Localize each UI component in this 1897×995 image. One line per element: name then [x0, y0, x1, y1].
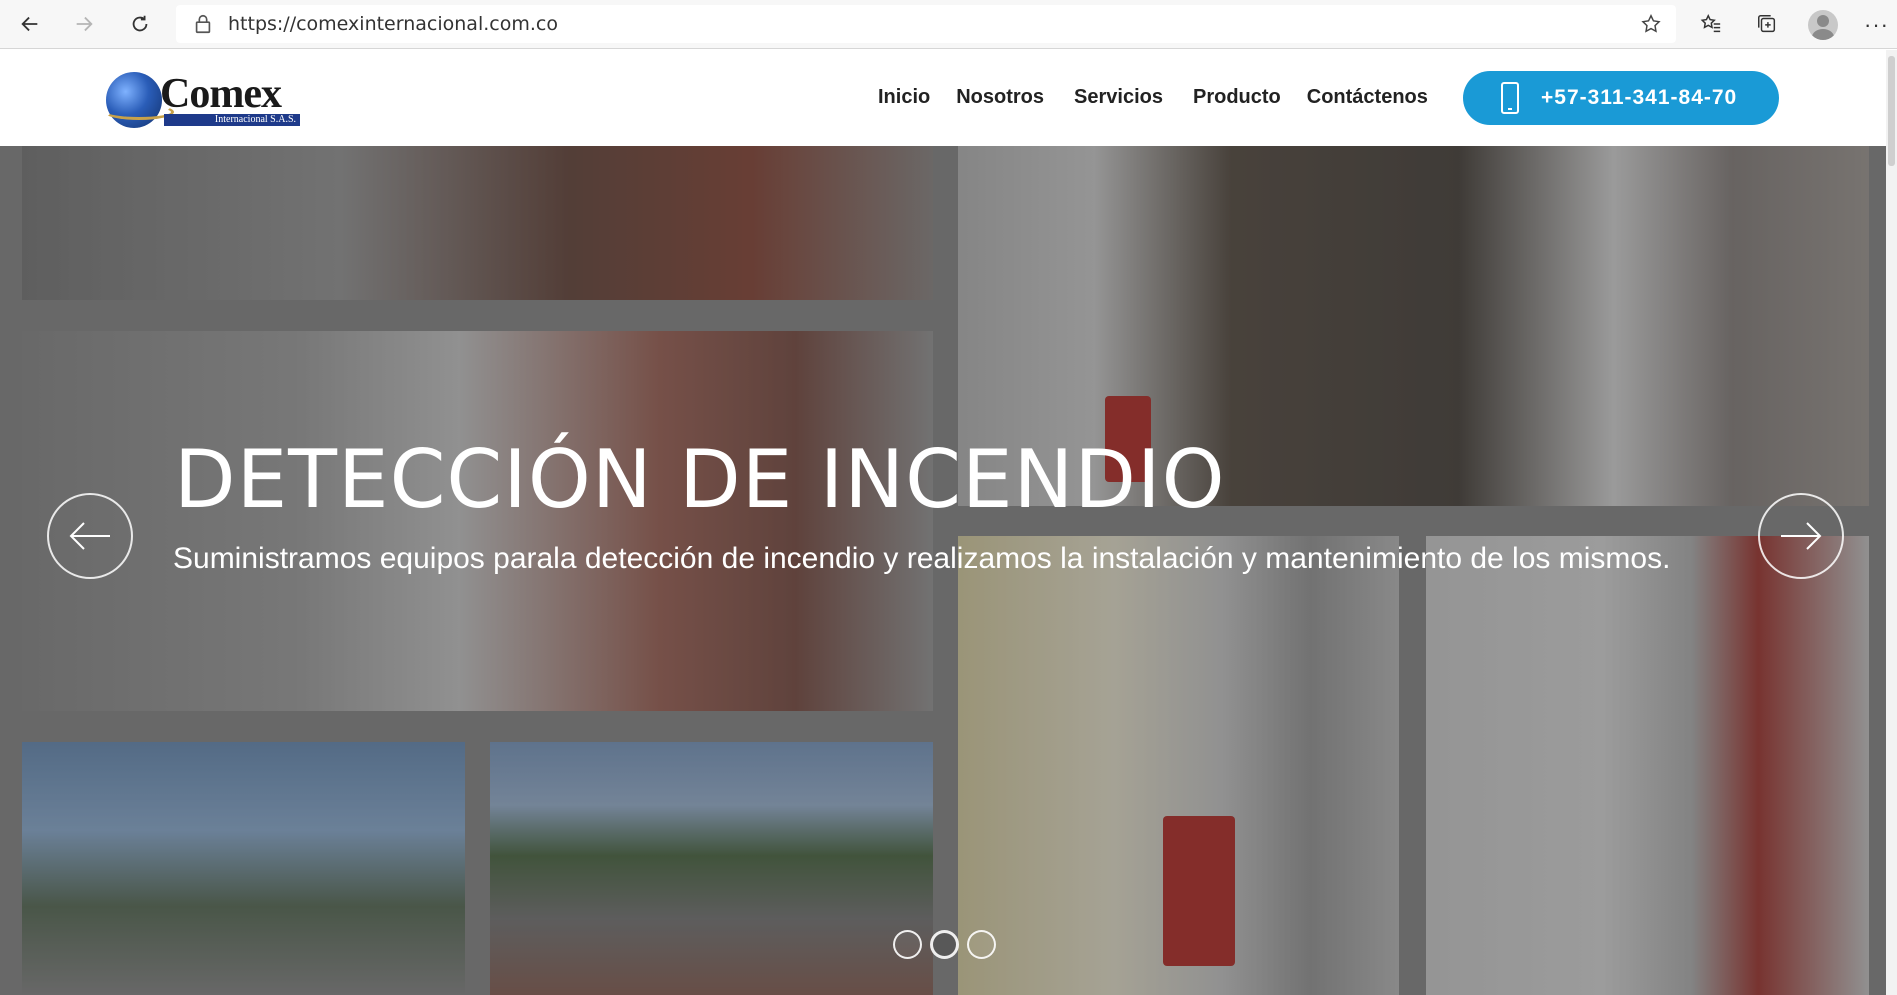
slide-dot-1[interactable]	[893, 930, 922, 959]
menu-item-producto[interactable]: Producto	[1193, 86, 1281, 109]
mobile-phone-icon	[1501, 82, 1519, 114]
hero-subtitle: Suministramos equipos parala detección d…	[173, 542, 1671, 575]
comex-logo[interactable]: Comex Internacional S.A.S.	[104, 70, 304, 130]
star-icon[interactable]	[1640, 13, 1662, 35]
scrollbar-thumb[interactable]	[1888, 56, 1895, 166]
next-slide-button[interactable]	[1758, 493, 1844, 579]
menu-item-nosotros[interactable]: Nosotros	[956, 86, 1044, 109]
arrow-right-icon	[1781, 522, 1822, 550]
slider-pagination	[893, 930, 1004, 959]
more-icon[interactable]: ···	[1864, 12, 1889, 38]
profile-avatar[interactable]	[1808, 10, 1838, 40]
browser-toolbar: https://comexinternacional.com.co ···	[0, 0, 1897, 49]
favorites-icon[interactable]	[1697, 10, 1725, 38]
refresh-icon[interactable]	[124, 8, 156, 40]
main-menu: Inicio Nosotros Servicios Producto Contá…	[878, 86, 1454, 109]
slide-dot-2[interactable]	[930, 930, 959, 959]
phone-number: +57-311-341-84-70	[1541, 86, 1738, 109]
back-icon[interactable]	[14, 8, 46, 40]
page-scrollbar[interactable]	[1886, 50, 1897, 995]
forward-icon[interactable]	[68, 8, 100, 40]
lock-icon	[195, 14, 211, 34]
logo-brand: Comex	[160, 71, 282, 117]
menu-item-servicios[interactable]: Servicios	[1074, 86, 1163, 109]
arrow-left-icon	[69, 522, 110, 550]
phone-button[interactable]: +57-311-341-84-70	[1463, 71, 1779, 125]
menu-item-contactenos[interactable]: Contáctenos	[1307, 86, 1428, 109]
slide-dot-3[interactable]	[967, 930, 996, 959]
url-text[interactable]: https://comexinternacional.com.co	[228, 13, 558, 35]
hero-title: DETECCIÓN DE INCENDIO	[174, 433, 1226, 526]
prev-slide-button[interactable]	[47, 493, 133, 579]
menu-item-inicio[interactable]: Inicio	[878, 86, 930, 109]
address-bar[interactable]: https://comexinternacional.com.co	[176, 5, 1676, 43]
logo-subtitle: Internacional S.A.S.	[164, 114, 300, 126]
site-header: Comex Internacional S.A.S. Inicio Nosotr…	[0, 50, 1897, 146]
hero-slider: DETECCIÓN DE INCENDIO Suministramos equi…	[0, 146, 1897, 995]
collections-icon[interactable]	[1753, 10, 1781, 38]
